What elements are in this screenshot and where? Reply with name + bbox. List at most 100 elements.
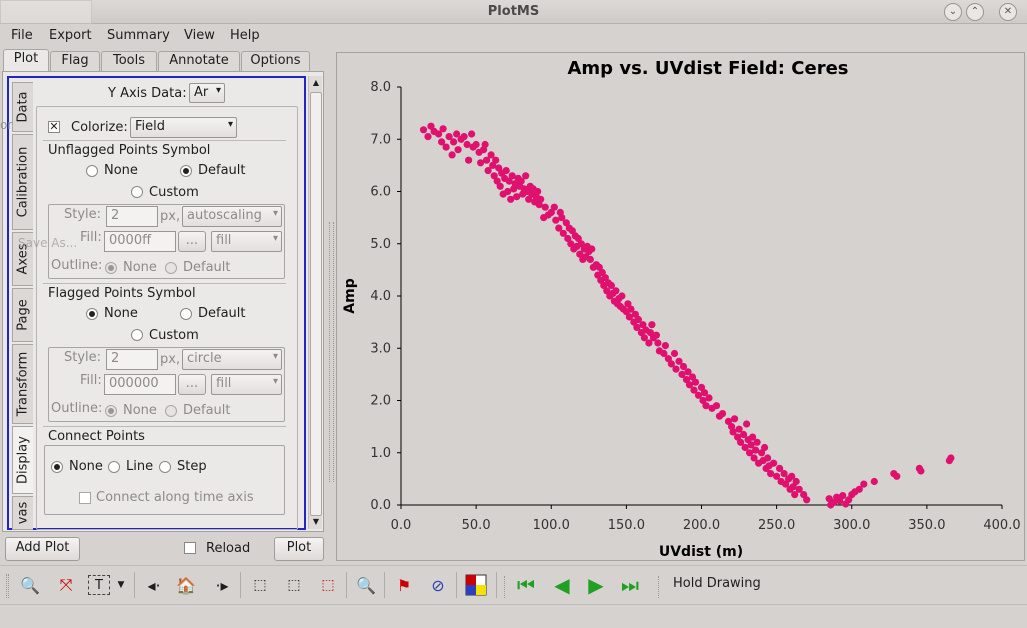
connect-time-axis-checkbox[interactable] [79,492,91,504]
panel-scrollbar[interactable]: ▲ ▼ [308,76,322,529]
tab-transform[interactable]: Transform [12,344,33,424]
flagged-fill-color-button[interactable]: ... [178,374,206,395]
unflagged-outline-label: Outline: [51,258,103,273]
scroll-down-icon[interactable]: ▼ [310,515,322,529]
subtract-region-icon[interactable]: ⬚ [280,572,308,598]
tab-options[interactable]: Options [241,51,310,71]
flagged-fill-select[interactable]: fill ▾ [211,374,282,395]
connect-step-radio[interactable] [159,461,171,473]
tab-canvas[interactable]: vas [12,496,33,530]
data-point [917,467,925,475]
scrollbar-thumb[interactable] [310,92,322,516]
flagged-none-radio[interactable] [86,308,98,320]
colorize-checkbox[interactable]: ✕ [48,121,60,133]
flagged-custom-label: Custom [149,328,199,343]
data-point [870,477,878,486]
plot-button[interactable]: Plot [274,537,324,561]
unflagged-fill-input[interactable]: 0000ff [104,231,176,252]
unflagged-style-select[interactable]: autoscaling ▾ [182,206,282,227]
menu-file[interactable]: File [11,28,33,43]
unflagged-fill-select[interactable]: fill ▾ [211,231,282,252]
data-point [468,130,476,138]
unflagged-outline-default-label: Default [183,260,231,275]
flagged-style-select[interactable]: circle ▾ [182,349,282,370]
menu-help[interactable]: Help [230,28,260,43]
x-tick-label: 100.0 [533,518,570,533]
colorize-select[interactable]: Field ▾ [130,117,237,138]
unflagged-size-spinbox[interactable]: 2 [106,206,158,227]
last-iteration-icon[interactable]: ⏭ [616,572,644,598]
connect-line-label: Line [126,459,154,474]
menu-view[interactable]: View [184,28,215,43]
flagged-size-spinbox[interactable]: 2 [106,349,158,370]
close-icon[interactable]: ✕ [999,3,1017,21]
flagged-style-value: circle [187,351,222,366]
unflagged-fill-color-button[interactable]: ... [178,231,206,252]
data-point [770,459,778,467]
tab-calibration[interactable]: Calibration [12,134,33,230]
tab-annotate[interactable]: Annotate [158,51,240,71]
connect-none-radio[interactable] [51,461,63,473]
next-icon[interactable]: ·▸ [208,572,236,598]
annotate-text-icon[interactable]: T [88,575,110,595]
unflagged-outline-default-radio[interactable] [165,262,177,274]
flagged-outline-default-radio[interactable] [165,405,177,417]
unflagged-custom-radio[interactable] [131,186,143,198]
tab-flag[interactable]: Flag [50,51,100,71]
chevron-down-icon: ▾ [272,376,278,387]
tab-display[interactable]: Display [12,426,33,494]
scatter-chart[interactable]: Amp vs. UVdist Field: Ceres UVdist (m) A… [337,53,1024,560]
connect-step-label: Step [177,459,207,474]
previous-icon[interactable]: ◂· [140,572,168,598]
y-axis-label: Amp [342,278,358,313]
minimize-icon[interactable]: ⌄ [944,3,962,21]
splitter-handle[interactable] [329,222,334,482]
tab-plot[interactable]: Plot [3,49,49,72]
flagged-default-radio[interactable] [180,308,192,320]
clear-regions-icon[interactable]: ⬚ [314,572,342,598]
first-iteration-icon[interactable]: ⏮ [512,572,540,598]
flagged-custom-radio[interactable] [131,329,143,341]
tab-data-label: Data [15,91,31,123]
flag-icon[interactable]: ⚑ [390,572,418,598]
mark-region-icon[interactable]: ⬚ [246,572,274,598]
flag-extension-icon[interactable] [462,572,490,598]
data-point [792,477,800,486]
scroll-up-icon[interactable]: ▲ [310,76,322,90]
tab-page[interactable]: Page [12,288,33,342]
x-tick-label: 300.0 [833,518,870,533]
unflagged-default-radio[interactable] [180,165,192,177]
connect-line-radio[interactable] [108,461,120,473]
y-tick-label: 8.0 [370,80,391,95]
data-point [860,480,868,488]
x-axis-label: UVdist (m) [659,544,743,560]
chevron-down-icon[interactable]: ▼ [114,572,128,598]
unflagged-outline-none-radio[interactable] [105,262,117,274]
data-point [442,143,450,151]
unflagged-none-label: None [104,163,138,178]
next-iteration-icon[interactable]: ▶ [582,572,610,598]
flagged-fill-input[interactable]: 000000 [104,374,176,395]
menu-summary[interactable]: Summary [107,28,170,43]
fit-view-icon[interactable]: ⤧ [52,572,80,598]
zoom-icon[interactable]: 🔍 [16,572,44,598]
divider [43,426,286,427]
menu-export[interactable]: Export [49,28,92,43]
flagged-outline-none-radio[interactable] [105,405,117,417]
reload-checkbox[interactable] [184,542,196,554]
hold-drawing-label[interactable]: Hold Drawing [673,576,761,591]
unflag-icon[interactable]: ⊘ [424,572,452,598]
y-tick-label: 5.0 [370,237,391,252]
add-plot-button[interactable]: Add Plot [5,537,80,561]
locate-icon[interactable]: 🔍 [352,572,380,598]
unflagged-none-radio[interactable] [86,165,98,177]
tab-data[interactable]: Data [12,82,33,132]
previous-iteration-icon[interactable]: ◀ [548,572,576,598]
y-axis-data-select[interactable]: Ar ▾ [189,83,225,103]
toolbar-grip [504,576,507,598]
data-point [654,339,662,347]
home-icon[interactable]: 🏠 [172,572,200,598]
tab-tools[interactable]: Tools [101,51,157,71]
menu-bar: File Export Summary View Help [0,24,1027,48]
maximize-icon[interactable]: ⌃ [966,3,984,21]
